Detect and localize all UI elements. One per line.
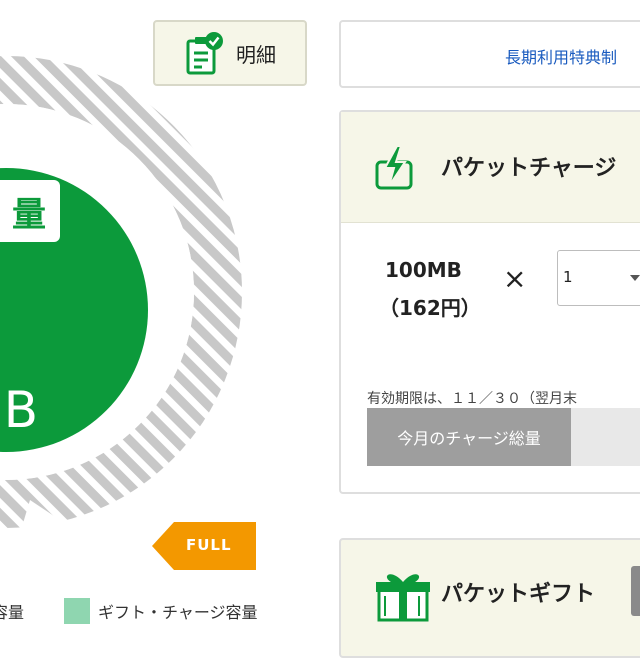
packet-gift-panel: パケットギフト — [339, 538, 640, 658]
lightning-charge-icon — [373, 144, 417, 192]
charge-total-bar: 今月のチャージ総量 — [367, 408, 640, 466]
charge-total-label: 今月のチャージ総量 — [367, 408, 571, 466]
gift-action-button[interactable] — [631, 566, 640, 616]
detail-button-label: 明細 — [236, 42, 276, 67]
quantity-value: 1 — [563, 268, 573, 286]
expiry-text: 有効期限は、１１／３０（翌月末 — [367, 391, 577, 407]
full-badge-label: FULL — [186, 536, 232, 554]
data-usage-gauge: 量 B FULL — [0, 0, 340, 640]
detail-button[interactable]: 明細 — [153, 20, 307, 86]
quantity-select[interactable]: 1 — [557, 250, 640, 306]
packet-charge-title: パケットチャージ — [441, 156, 617, 181]
legend-swatch — [64, 598, 90, 624]
legend-label: 容量 — [0, 603, 25, 622]
gauge-label: 量 — [0, 180, 60, 242]
clipboard-check-icon — [184, 31, 224, 75]
packet-charge-header: パケットチャージ — [341, 112, 640, 223]
long-term-benefit-link[interactable]: 長期利用特典制 — [505, 44, 617, 68]
plan-name: 100MB — [385, 258, 462, 282]
full-badge: FULL — [152, 522, 256, 570]
packet-gift-title: パケットギフト — [441, 582, 596, 607]
chevron-down-icon — [630, 275, 640, 281]
plan-price: （162円） — [379, 296, 481, 320]
gift-box-icon — [373, 566, 433, 622]
gauge-value-unit: B — [3, 381, 38, 439]
legend-item-capacity: 容量 — [0, 598, 24, 624]
long-term-benefit-box: 長期利用特典制 — [339, 20, 640, 88]
packet-charge-panel: パケットチャージ 100MB （162円） × 1 有効期限は、１１／３０（翌月… — [339, 110, 640, 494]
multiply-symbol: × — [503, 262, 527, 295]
legend-label: ギフト・チャージ容量 — [98, 603, 258, 622]
legend-item-gift-charge: ギフト・チャージ容量 — [64, 598, 258, 624]
